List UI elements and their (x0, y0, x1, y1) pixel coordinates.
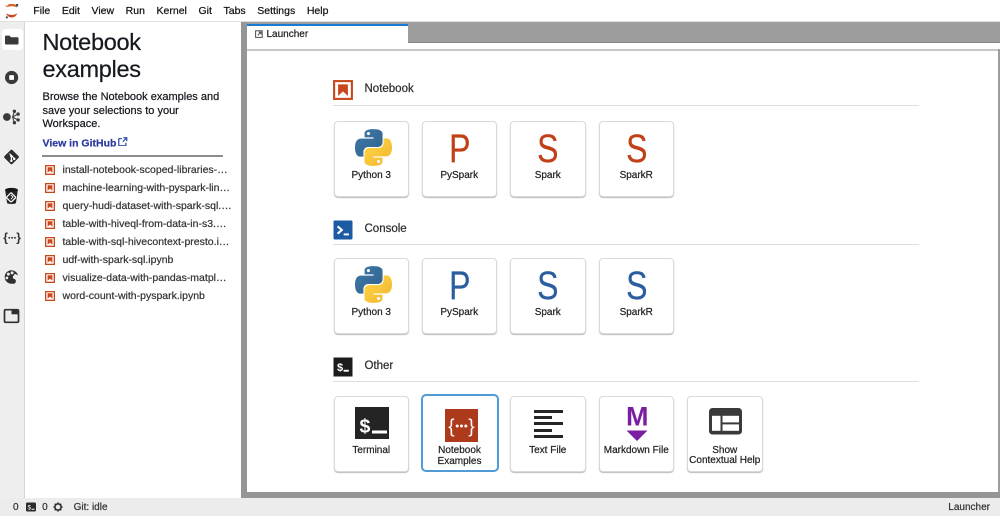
svg-text:$: $ (27, 504, 31, 511)
svg-text:}: } (468, 416, 474, 437)
svg-text:M: M (626, 405, 648, 432)
svg-text:}: } (16, 231, 21, 245)
svg-text:{: { (448, 416, 455, 437)
svg-text:{: { (3, 231, 8, 245)
svg-text:$: $ (337, 362, 343, 374)
svg-text:$: $ (360, 416, 371, 438)
